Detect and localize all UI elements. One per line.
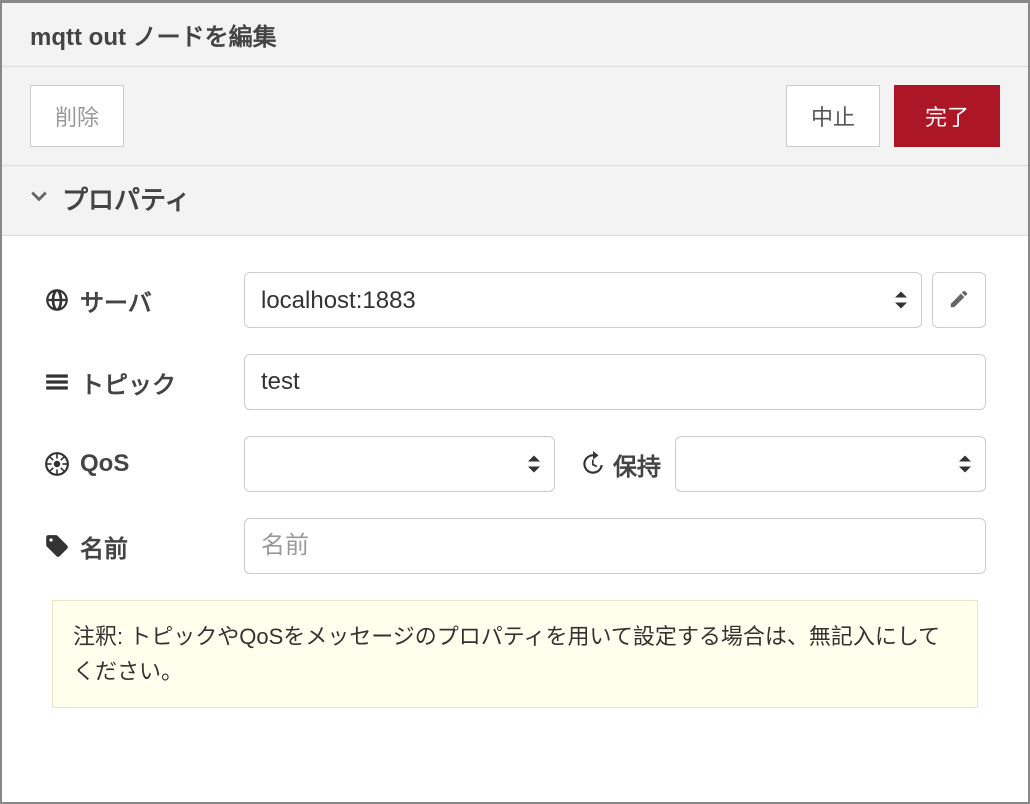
server-select[interactable]: localhost:1883 (244, 272, 922, 328)
name-input[interactable] (244, 518, 986, 574)
panel-header: mqtt out ノードを編集 (2, 3, 1028, 67)
topic-row: トピック (44, 354, 986, 410)
note-box: 注釈: トピックやQoSをメッセージのプロパティを用いて設定する場合は、無記入に… (52, 600, 978, 708)
qos-select[interactable] (244, 436, 555, 492)
pencil-icon (948, 288, 970, 313)
tag-icon (44, 533, 70, 559)
edit-server-button[interactable] (932, 272, 986, 328)
topic-input[interactable] (244, 354, 986, 410)
toolbar: 削除 中止 完了 (2, 67, 1028, 166)
topic-label: トピック (80, 365, 176, 400)
qos-label: QoS (80, 450, 129, 478)
history-icon (579, 451, 605, 477)
cancel-button[interactable]: 中止 (786, 85, 880, 147)
panel-title: mqtt out ノードを編集 (30, 24, 277, 51)
server-label: サーバ (80, 283, 152, 318)
list-icon (44, 369, 70, 395)
chevron-down-icon (30, 187, 48, 210)
qos-row: QoS 保持 (44, 436, 986, 492)
name-row: 名前 (44, 518, 986, 574)
retain-select[interactable] (675, 436, 986, 492)
empire-icon (44, 451, 70, 477)
name-label: 名前 (80, 529, 128, 564)
done-button[interactable]: 完了 (894, 85, 1000, 147)
delete-button[interactable]: 削除 (30, 85, 124, 147)
retain-label: 保持 (613, 447, 661, 482)
globe-icon (44, 287, 70, 313)
form-body: サーバ localhost:1883 (2, 236, 1028, 728)
server-row: サーバ localhost:1883 (44, 272, 986, 328)
section-title: プロパティ (62, 180, 190, 217)
section-header[interactable]: プロパティ (2, 166, 1028, 236)
